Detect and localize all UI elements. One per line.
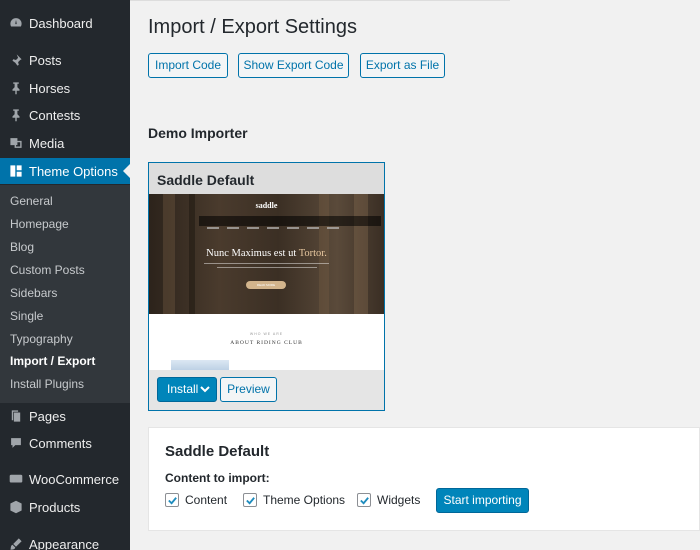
checkbox-label: Content xyxy=(185,493,228,507)
submenu-item-single[interactable]: Single xyxy=(10,307,43,325)
menu-label: Media xyxy=(29,135,65,151)
checkbox[interactable] xyxy=(165,493,179,507)
install-button[interactable]: Install xyxy=(157,377,217,402)
check-icon xyxy=(359,496,369,505)
preview-cta-button: READ MORE xyxy=(246,281,286,289)
submenu-item-import-export[interactable]: Import / Export xyxy=(10,352,95,370)
preview-button[interactable]: Preview xyxy=(220,377,277,402)
export-as-file-button[interactable]: Export as File xyxy=(360,53,445,78)
menu-item-posts[interactable]: Posts xyxy=(0,47,130,73)
menu-item-comments[interactable]: Comments xyxy=(0,430,130,456)
pin-icon xyxy=(6,53,26,67)
menu-item-appearance[interactable]: Appearance xyxy=(0,531,130,550)
pin-icon xyxy=(6,81,26,95)
dashboard-icon xyxy=(6,16,26,30)
submenu-item-blog[interactable]: Blog xyxy=(10,238,34,256)
menu-item-products[interactable]: Products xyxy=(0,494,130,520)
appearance-icon xyxy=(6,537,26,550)
submenu-item-custom-posts[interactable]: Custom Posts xyxy=(10,261,85,279)
import-panel-title: Saddle Default xyxy=(165,443,270,460)
menu-label: Theme Options xyxy=(29,163,118,179)
theme-options-checkbox[interactable]: Theme Options xyxy=(243,493,345,507)
submenu-item-sidebars[interactable]: Sidebars xyxy=(10,284,57,302)
menu-item-pages[interactable]: Pages xyxy=(0,403,130,429)
theme-options-submenu: General Homepage Blog Custom Posts Sideb… xyxy=(0,185,130,403)
theme-screenshot[interactable]: saddle Nunc Maximus est ut Tortor. READ … xyxy=(149,194,384,370)
preview-eyebrow: WHO WE ARE xyxy=(249,332,284,336)
menu-label: Horses xyxy=(29,80,71,96)
pages-icon xyxy=(6,409,26,423)
menu-label: Posts xyxy=(29,52,62,68)
content-checkbox[interactable]: Content xyxy=(165,493,227,507)
products-icon xyxy=(6,500,26,514)
top-divider xyxy=(130,0,510,1)
check-icon xyxy=(167,496,177,505)
submenu-item-typography[interactable]: Typography xyxy=(10,330,73,348)
demo-importer-heading: Demo Importer xyxy=(148,125,248,141)
preview-sky-image xyxy=(171,360,229,370)
submenu-item-install-plugins[interactable]: Install Plugins xyxy=(10,375,84,393)
menu-item-contests[interactable]: Contests xyxy=(0,102,130,128)
menu-item-woocommerce[interactable]: WooCommerce xyxy=(0,466,130,492)
widgets-checkbox[interactable]: Widgets xyxy=(357,493,420,507)
check-icon xyxy=(245,496,255,505)
menu-label: Pages xyxy=(29,408,66,424)
comment-icon xyxy=(6,436,26,450)
menu-item-horses[interactable]: Horses xyxy=(0,75,130,101)
menu-label: WooCommerce xyxy=(29,471,120,487)
preview-hero-image: saddle Nunc Maximus est ut Tortor. READ … xyxy=(149,194,384,314)
page-title: Import / Export Settings xyxy=(148,16,357,38)
theme-card[interactable]: Saddle Default saddle Nunc Maximus est u… xyxy=(148,162,385,411)
import-code-button[interactable]: Import Code xyxy=(148,53,228,78)
menu-label: Appearance xyxy=(29,536,100,550)
menu-item-theme-options[interactable]: Theme Options xyxy=(0,158,130,184)
checkbox[interactable] xyxy=(243,493,257,507)
preview-section-title: ABOUT RIDING CLUB xyxy=(230,340,303,346)
preview-headline: Nunc Maximus est ut Tortor. xyxy=(206,248,327,259)
grid-icon xyxy=(6,164,26,178)
preview-logo: saddle xyxy=(255,201,278,210)
preview-navbar xyxy=(199,216,381,229)
install-label: Install xyxy=(167,382,199,396)
submenu-item-homepage[interactable]: Homepage xyxy=(10,215,69,233)
checkbox-label: Widgets xyxy=(377,493,421,507)
content-to-import-label: Content to import: xyxy=(165,471,270,485)
media-icon xyxy=(6,136,26,150)
woocommerce-icon xyxy=(6,472,26,486)
checkbox[interactable] xyxy=(357,493,371,507)
theme-card-title: Saddle Default xyxy=(157,172,255,188)
theme-card-actions: Install Preview xyxy=(149,370,384,410)
menu-label: Dashboard xyxy=(29,15,93,31)
start-importing-button[interactable]: Start importing xyxy=(436,488,529,513)
menu-label: Products xyxy=(29,499,81,515)
import-panel: Saddle Default Content to import: Conten… xyxy=(148,427,700,531)
preview-subtext xyxy=(204,263,329,271)
chevron-down-icon xyxy=(200,386,210,393)
show-export-code-button[interactable]: Show Export Code xyxy=(238,53,349,78)
menu-item-dashboard[interactable]: Dashboard xyxy=(0,10,130,36)
menu-item-media[interactable]: Media xyxy=(0,130,130,156)
menu-label: Comments xyxy=(29,435,92,451)
menu-label: Contests xyxy=(29,107,81,123)
checkbox-label: Theme Options xyxy=(263,493,346,507)
admin-sidebar: Dashboard Posts Horses Contests Media Th… xyxy=(0,0,130,550)
submenu-item-general[interactable]: General xyxy=(10,192,53,210)
pin-icon xyxy=(6,108,26,122)
